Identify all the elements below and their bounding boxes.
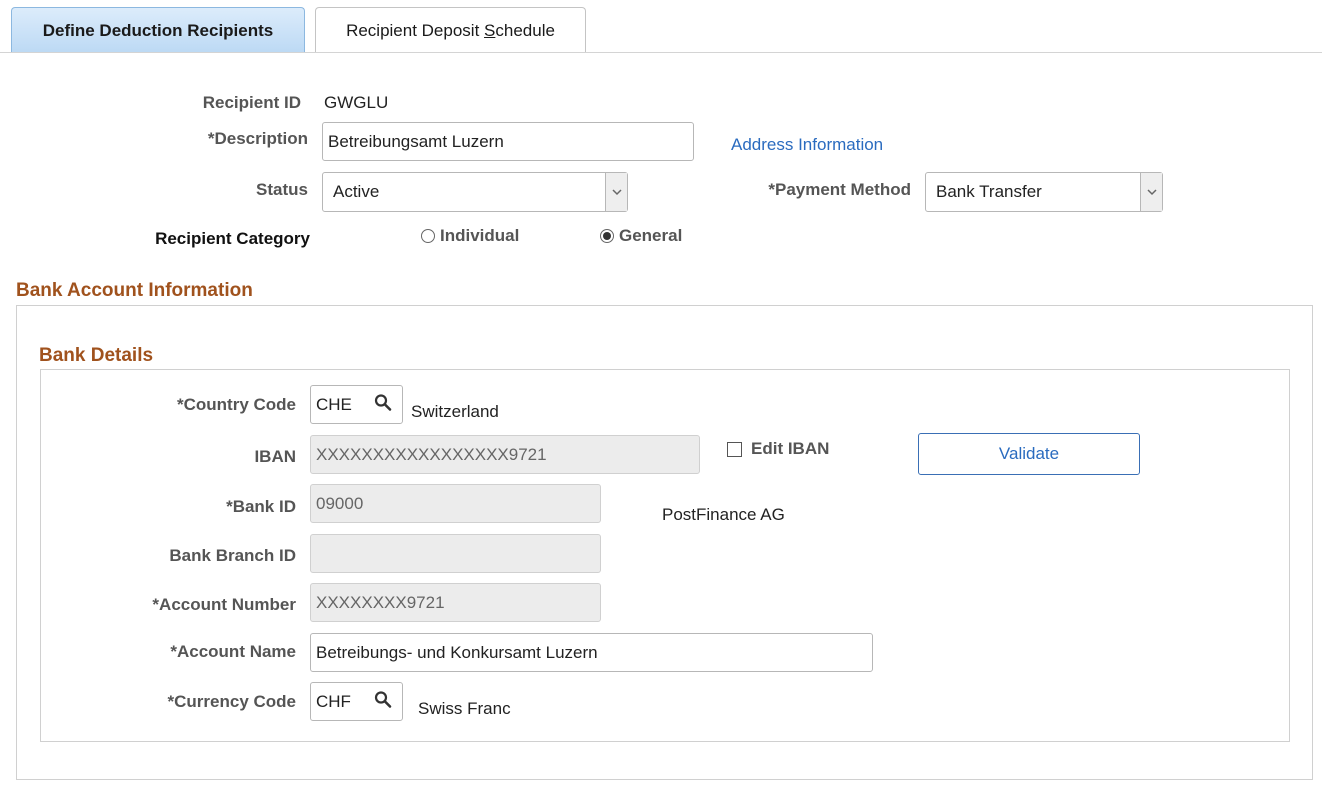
category-radio-general[interactable]: General	[600, 226, 682, 246]
account-number-label: *Account Number	[152, 595, 296, 614]
category-radio-individual[interactable]: Individual	[421, 226, 519, 246]
iban-label: IBAN	[254, 447, 296, 466]
bank-branch-id-label: Bank Branch ID	[169, 546, 296, 565]
account-number-field: XXXXXXXX9721	[310, 583, 601, 622]
search-icon[interactable]	[374, 393, 392, 416]
radio-label: Individual	[440, 226, 520, 245]
radio-button[interactable]	[421, 229, 435, 243]
checkbox-box[interactable]	[727, 441, 742, 457]
recipient-id-value: GWGLU	[324, 93, 389, 112]
status-label: Status	[256, 180, 308, 199]
recipient-id-label: Recipient ID	[202, 93, 301, 112]
payment-method-select[interactable]: Bank Transfer	[925, 172, 1163, 212]
search-icon[interactable]	[374, 690, 392, 713]
currency-code-value: CHF	[316, 691, 351, 711]
tab-define-deduction-recipients[interactable]: Define Deduction Recipients	[11, 7, 305, 53]
country-name: Switzerland	[411, 402, 499, 421]
country-code-input[interactable]: CHE	[310, 385, 403, 424]
description-input[interactable]: Betreibungsamt Luzern	[322, 122, 694, 161]
payment-method-label: *Payment Method	[768, 180, 911, 199]
edit-iban-label: Edit IBAN	[751, 439, 830, 458]
currency-code-input[interactable]: CHF	[310, 682, 403, 721]
radio-button[interactable]	[600, 229, 614, 243]
tab-recipient-deposit-schedule[interactable]: Recipient Deposit Schedule	[315, 7, 586, 53]
bank-branch-id-field	[310, 534, 601, 573]
currency-name: Swiss Franc	[418, 699, 511, 718]
currency-code-label: *Currency Code	[167, 692, 296, 711]
iban-field: XXXXXXXXXXXXXXXXX9721	[310, 435, 700, 474]
chevron-down-icon[interactable]	[1140, 173, 1162, 211]
chevron-down-icon[interactable]	[605, 173, 627, 211]
bank-details-title: Bank Details	[39, 345, 154, 366]
tab-label: Recipient Deposit Schedule	[346, 20, 555, 40]
bank-id-label: *Bank ID	[226, 497, 296, 516]
country-code-value: CHE	[316, 394, 352, 414]
bank-name: PostFinance AG	[662, 505, 785, 524]
radio-label: General	[619, 226, 683, 245]
status-selected-value: Active	[333, 182, 380, 201]
account-name-input[interactable]: Betreibungs- und Konkursamt Luzern	[310, 633, 873, 672]
validate-button[interactable]: Validate	[918, 433, 1140, 475]
status-select[interactable]: Active	[322, 172, 628, 212]
bank-account-section-title: Bank Account Information	[16, 280, 253, 301]
tab-label: Define Deduction Recipients	[42, 20, 274, 40]
edit-iban-checkbox[interactable]: Edit IBAN	[727, 439, 829, 459]
address-information-link[interactable]: Address Information	[731, 135, 883, 155]
payment-method-selected-value: Bank Transfer	[936, 182, 1042, 201]
tab-divider	[0, 52, 1322, 53]
description-label: *Description	[207, 129, 308, 148]
recipient-category-label: Recipient Category	[155, 229, 310, 248]
account-name-label: *Account Name	[170, 642, 296, 661]
country-code-label: *Country Code	[177, 395, 296, 414]
bank-id-field: 09000	[310, 484, 601, 523]
